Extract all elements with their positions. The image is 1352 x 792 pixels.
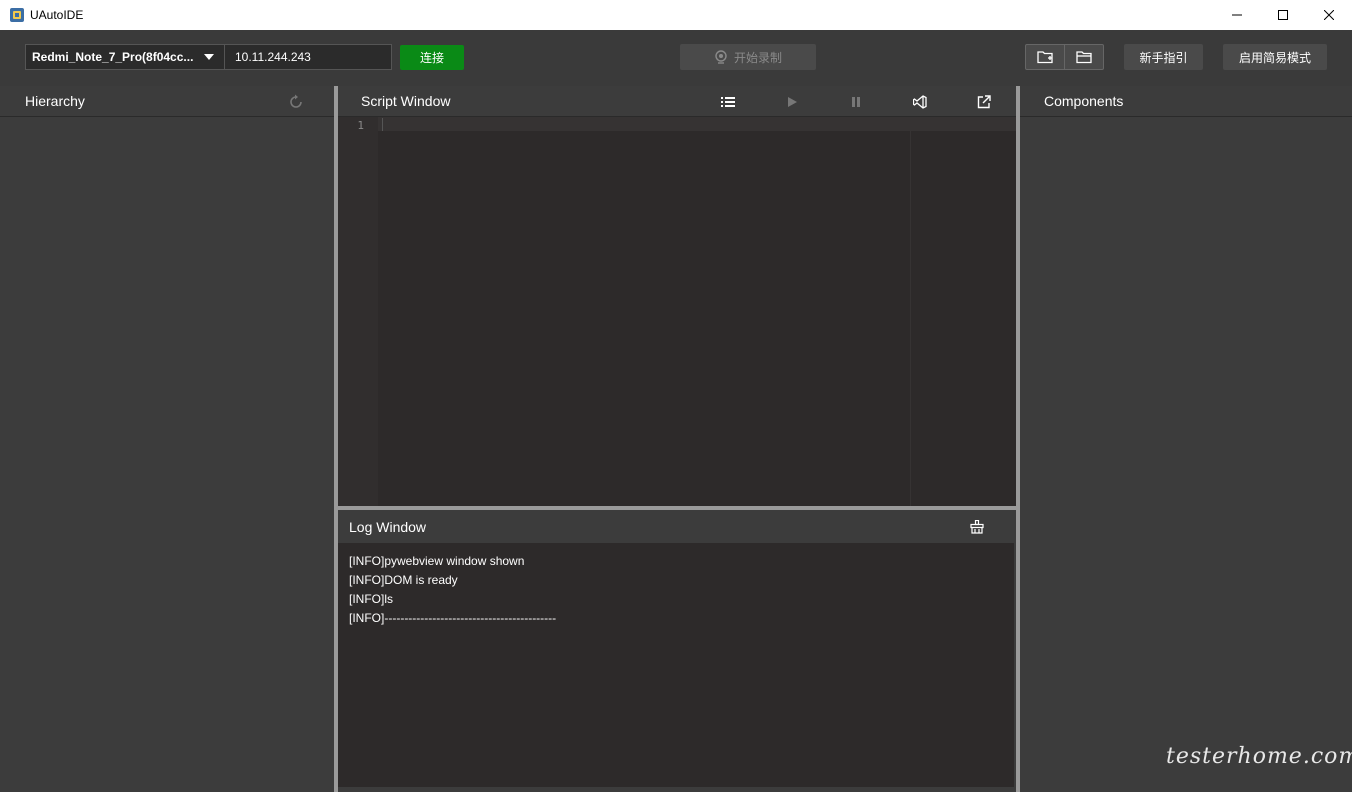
start-recording-button[interactable]: 开始录制 (680, 44, 816, 70)
log-output[interactable]: [INFO]pywebview window shown [INFO]DOM i… (338, 543, 1014, 787)
simple-mode-button[interactable]: 启用简易模式 (1223, 44, 1327, 70)
close-button[interactable] (1306, 0, 1352, 30)
webcam-icon (715, 50, 727, 64)
active-line-highlight (378, 117, 1016, 131)
maximize-icon (1278, 10, 1288, 20)
hierarchy-panel: Hierarchy (0, 86, 334, 792)
log-window-panel: Log Window [INFO]pywebview window shown … (338, 510, 1016, 792)
hierarchy-title: Hierarchy (25, 93, 85, 109)
new-folder-icon (1037, 51, 1053, 64)
close-icon (1324, 10, 1334, 20)
open-folder-button[interactable] (1064, 45, 1103, 69)
window-title: UAutoIDE (30, 8, 84, 22)
code-editor[interactable]: 1 (338, 117, 1016, 506)
script-toolbar (696, 86, 1016, 117)
log-window-title: Log Window (349, 518, 427, 535)
device-select-value: Redmi_Note_7_Pro(8f04cc... (32, 50, 194, 64)
external-link-icon (977, 94, 991, 108)
minimize-icon (1232, 14, 1242, 16)
vscode-button[interactable] (888, 86, 952, 117)
components-header: Components (1020, 86, 1352, 117)
hierarchy-header: Hierarchy (0, 86, 334, 117)
script-list-button[interactable] (696, 86, 760, 117)
play-icon (788, 96, 797, 107)
connect-button[interactable]: 连接 (400, 45, 464, 70)
components-title: Components (1044, 93, 1124, 109)
chevron-down-icon (204, 54, 214, 60)
file-button-group (1025, 44, 1104, 70)
pause-icon (852, 96, 860, 107)
log-line: [INFO]DOM is ready (349, 573, 458, 587)
script-window-title: Script Window (361, 93, 451, 109)
log-window-header: Log Window (338, 510, 1016, 543)
script-window-header: Script Window (338, 86, 1016, 117)
pause-button[interactable] (824, 86, 888, 117)
new-file-button[interactable] (1026, 45, 1064, 69)
log-line: [INFO]----------------------------------… (349, 611, 557, 625)
refresh-icon[interactable] (288, 94, 304, 110)
run-button[interactable] (760, 86, 824, 117)
open-external-button[interactable] (952, 86, 1016, 117)
list-icon (721, 96, 735, 107)
clear-log-icon[interactable] (970, 520, 984, 534)
log-line: [INFO]pywebview window shown (349, 554, 525, 568)
script-window-panel: Script Window 1 (338, 86, 1016, 506)
log-line: [INFO]ls (349, 592, 393, 606)
app-icon (10, 8, 24, 22)
maximize-button[interactable] (1260, 0, 1306, 30)
minimize-button[interactable] (1214, 0, 1260, 30)
device-select[interactable]: Redmi_Note_7_Pro(8f04cc... (25, 44, 225, 70)
main-toolbar: Redmi_Note_7_Pro(8f04cc... 连接 开始录制 新手指引 … (0, 30, 1352, 86)
folder-icon (1076, 51, 1092, 64)
title-bar: UAutoIDE (0, 0, 1352, 30)
watermark: testerhome.com (1166, 744, 1352, 769)
vscode-icon (913, 94, 927, 109)
ip-address-input[interactable] (224, 44, 392, 70)
start-recording-label: 开始录制 (733, 50, 782, 65)
window-controls (1214, 0, 1352, 30)
line-number: 1 (357, 119, 364, 132)
text-cursor (382, 118, 383, 131)
print-margin (910, 117, 911, 506)
components-panel: Components (1020, 86, 1352, 792)
editor-gutter: 1 (338, 117, 378, 506)
beginner-guide-button[interactable]: 新手指引 (1124, 44, 1203, 70)
